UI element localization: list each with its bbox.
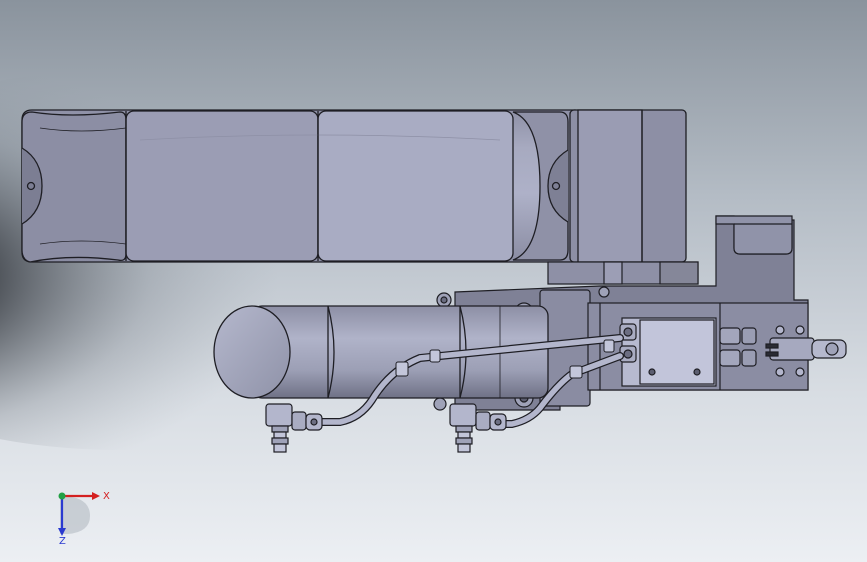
- x-axis-arrow: [92, 492, 100, 500]
- y-axis-dot: [58, 492, 66, 500]
- x-axis-label: X: [103, 491, 110, 502]
- robot-gripper-model[interactable]: [0, 0, 867, 562]
- motor-housing[interactable]: [21, 109, 583, 263]
- z-axis-label: Z: [59, 536, 66, 544]
- mount-plate[interactable]: [547, 261, 699, 285]
- coordinate-triad[interactable]: X Z: [46, 482, 116, 544]
- gearbox-block[interactable]: [569, 109, 687, 263]
- cad-viewport[interactable]: X Z: [0, 0, 867, 562]
